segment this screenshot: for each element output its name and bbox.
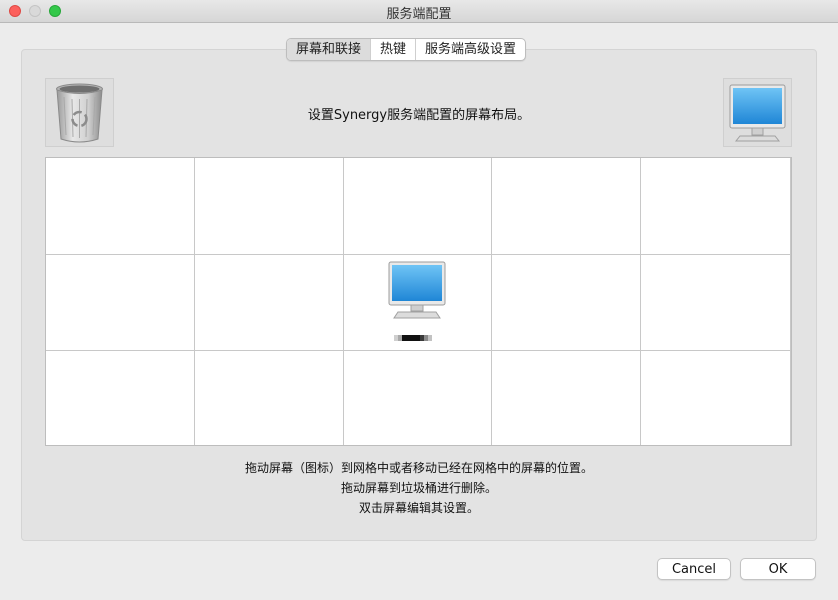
cancel-button[interactable]: Cancel [657,558,731,580]
grid-cell[interactable] [641,351,791,445]
grid-cell[interactable] [492,351,641,445]
grid-cell[interactable] [344,351,492,445]
new-screen-source[interactable] [723,78,792,147]
server-screen-monitor-icon[interactable] [386,259,448,321]
server-screen-name-redacted [394,335,432,341]
tab-screens-and-links[interactable]: 屏幕和联接 [287,39,372,60]
trash-drop-target[interactable] [45,78,114,147]
grid-cell[interactable] [46,255,195,351]
window-title: 服务端配置 [386,7,452,22]
grid-cell[interactable] [492,158,641,255]
tab-bar: 屏幕和联接 热键 服务端高级设置 [286,38,527,61]
server-config-window: 服务端配置 屏幕和联接 热键 服务端高级设置 设置Synergy服务端配置的屏幕… [0,0,838,600]
grid-cell[interactable] [641,158,791,255]
grid-cell[interactable] [641,255,791,351]
monitor-icon [729,84,786,142]
grid-cell[interactable] [195,351,344,445]
grid-cell[interactable] [46,158,195,255]
title-bar[interactable]: 服务端配置 [0,0,838,23]
grid-cell[interactable] [195,158,344,255]
instruction-line-delete: 拖动屏幕到垃圾桶进行删除。 [340,481,497,495]
grid-cell[interactable] [195,255,344,351]
instruction-line-edit: 双击屏幕编辑其设置。 [358,501,479,515]
instruction-line-drag: 拖动屏幕（图标）到网格中或者移动已经在网格中的屏幕的位置。 [244,461,593,475]
grid-cell[interactable] [46,351,195,445]
tab-advanced-server-settings[interactable]: 服务端高级设置 [416,39,525,60]
instructions: 拖动屏幕（图标）到网格中或者移动已经在网格中的屏幕的位置。 拖动屏幕到垃圾桶进行… [21,458,817,518]
layout-description: 设置Synergy服务端配置的屏幕布局。 [307,108,531,123]
trash-icon [56,83,103,143]
grid-cell[interactable] [344,158,492,255]
ok-button[interactable]: OK [740,558,816,580]
tab-hotkeys[interactable]: 热键 [371,39,417,60]
grid-cell[interactable] [492,255,641,351]
